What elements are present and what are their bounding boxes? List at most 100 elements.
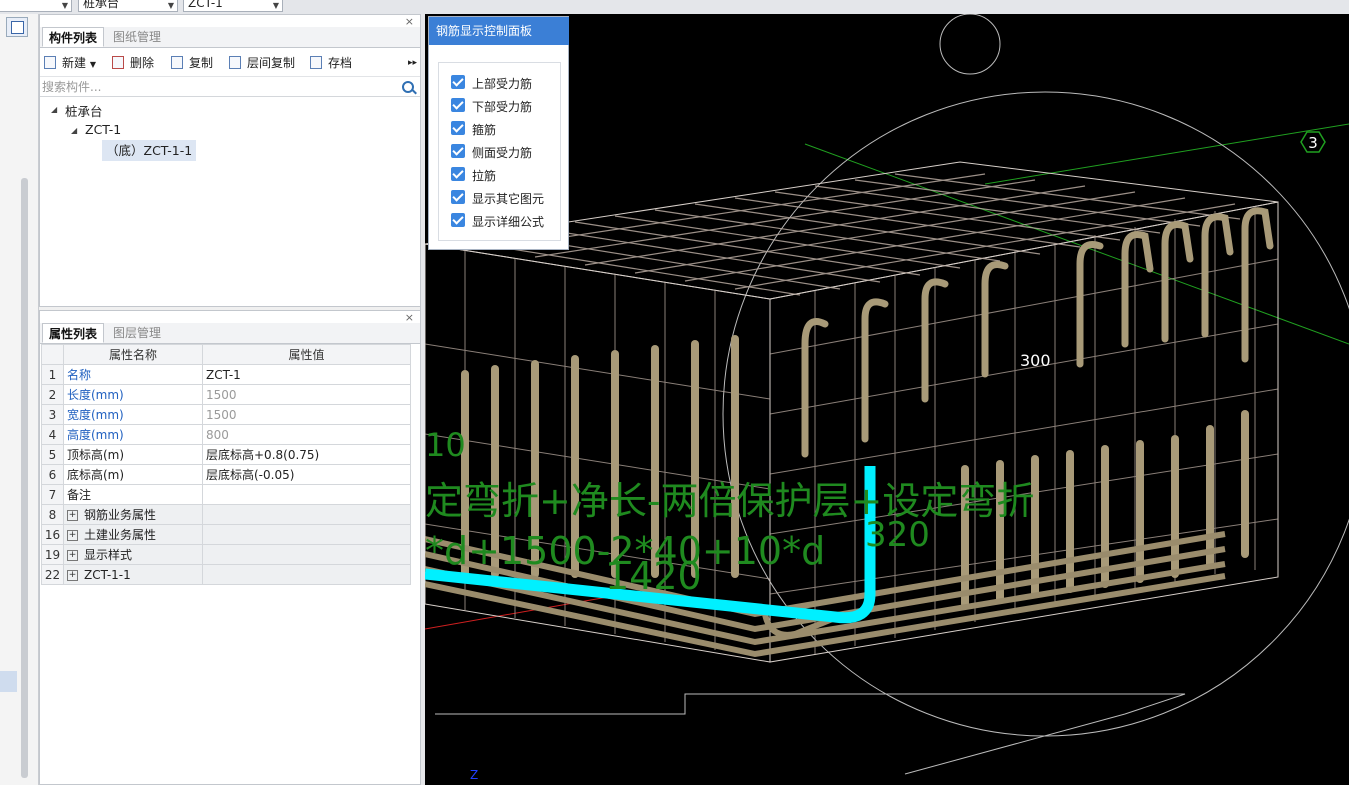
expand-plus-icon[interactable]: + bbox=[67, 510, 78, 521]
table-row-group[interactable]: 22 + ZCT-1-1 bbox=[41, 564, 411, 585]
property-value-field[interactable]: 800 bbox=[202, 424, 411, 445]
checkbox-label[interactable]: 显示详细公式 bbox=[472, 213, 544, 230]
checkbox-icon[interactable] bbox=[451, 121, 465, 135]
row-number: 16 bbox=[41, 524, 64, 545]
row-number: 22 bbox=[41, 564, 64, 585]
property-list-panel: × 属性列表 图层管理 属性名称 属性值 1 名称 ZCT-1 2 长度(mm)… bbox=[39, 310, 421, 785]
property-group-name: 显示样式 bbox=[84, 548, 133, 562]
new-button[interactable]: 新建 ▼ bbox=[44, 55, 96, 71]
table-row-group[interactable]: 16 + 土建业务属性 bbox=[41, 524, 411, 545]
expand-plus-icon[interactable]: + bbox=[67, 530, 78, 541]
property-value-field[interactable]: 层底标高+0.8(0.75) bbox=[202, 444, 411, 465]
category-select[interactable]: 桩承台 ▼ bbox=[78, 0, 178, 12]
table-row[interactable]: 4 高度(mm) 800 bbox=[41, 424, 411, 445]
property-value-empty bbox=[202, 564, 411, 585]
more-tools-button[interactable]: ▸▸ bbox=[408, 55, 417, 71]
property-name: 底标高(m) bbox=[63, 464, 203, 485]
property-value-empty bbox=[202, 524, 411, 545]
table-row-group[interactable]: 19 + 显示样式 bbox=[41, 544, 411, 565]
component-list-panel: × 构件列表 图纸管理 新建 ▼ 删除 复制 层间复制 存档 ▸▸ 搜索构件..… bbox=[39, 14, 421, 307]
panel-toggle-button[interactable] bbox=[6, 17, 28, 37]
tab-property-list[interactable]: 属性列表 bbox=[42, 323, 105, 343]
checkbox-label[interactable]: 显示其它图元 bbox=[472, 190, 544, 207]
archive-button[interactable]: 存档 bbox=[310, 55, 352, 71]
new-icon bbox=[44, 56, 56, 69]
delete-icon bbox=[112, 56, 124, 69]
property-value-field[interactable]: 层底标高(-0.05) bbox=[202, 464, 411, 485]
row-number: 1 bbox=[41, 364, 64, 385]
property-group-name: ZCT-1-1 bbox=[84, 567, 131, 582]
formula-value-1420: 1420 bbox=[605, 554, 702, 598]
search-input[interactable]: 搜索构件... bbox=[40, 78, 420, 97]
expand-plus-icon[interactable]: + bbox=[67, 550, 78, 561]
table-row[interactable]: 5 顶标高(m) 层底标高+0.8(0.75) bbox=[41, 444, 411, 465]
copy-label: 复制 bbox=[189, 56, 214, 70]
property-name: 顶标高(m) bbox=[63, 444, 203, 465]
checkbox-icon[interactable] bbox=[451, 144, 465, 158]
tree-expand-icon[interactable]: ◢ bbox=[71, 126, 77, 135]
row-number: 4 bbox=[41, 424, 64, 445]
row-number: 5 bbox=[41, 444, 64, 465]
checkbox-icon[interactable] bbox=[451, 98, 465, 112]
floor-select[interactable]: ▼ bbox=[0, 0, 72, 12]
table-row[interactable]: 2 长度(mm) 1500 bbox=[41, 384, 411, 405]
grid-corner bbox=[41, 344, 64, 365]
property-value-field[interactable]: 1500 bbox=[202, 404, 411, 425]
top-orbit-circle bbox=[939, 14, 1001, 75]
component-panel-tabs: 构件列表 图纸管理 bbox=[40, 27, 420, 48]
archive-label: 存档 bbox=[328, 56, 353, 70]
tree-item-zct1[interactable]: ZCT-1 bbox=[85, 122, 121, 137]
expand-plus-icon[interactable]: + bbox=[67, 569, 78, 581]
checkbox-label[interactable]: 侧面受力筋 bbox=[472, 144, 532, 161]
new-label: 新建 bbox=[62, 56, 87, 70]
component-toolbar: 新建 ▼ 删除 复制 层间复制 存档 ▸▸ bbox=[40, 50, 420, 77]
checkbox-label[interactable]: 下部受力筋 bbox=[472, 98, 532, 115]
tab-layer-management[interactable]: 图层管理 bbox=[107, 323, 167, 343]
checkbox-icon[interactable] bbox=[451, 167, 465, 181]
tree-item-selected[interactable]: （底）ZCT-1-1 bbox=[102, 140, 197, 161]
checkbox-icon[interactable] bbox=[451, 190, 465, 204]
row-number: 6 bbox=[41, 464, 64, 485]
nav-scrollbar[interactable] bbox=[21, 178, 28, 778]
floor-outline bbox=[435, 693, 1186, 775]
axis-number: 3 bbox=[1308, 134, 1318, 152]
component-select-value: ZCT-1 bbox=[188, 0, 223, 10]
property-panel-tabs: 属性列表 图层管理 bbox=[40, 323, 420, 344]
search-placeholder: 搜索构件... bbox=[42, 80, 102, 94]
checkbox-label[interactable]: 上部受力筋 bbox=[472, 75, 532, 92]
checkbox-icon[interactable] bbox=[451, 213, 465, 227]
table-row[interactable]: 3 宽度(mm) 1500 bbox=[41, 404, 411, 425]
property-group-name: 土建业务属性 bbox=[84, 528, 157, 542]
control-panel-title[interactable]: 钢筋显示控制面板 bbox=[429, 17, 569, 45]
row-number: 7 bbox=[41, 484, 64, 505]
search-icon[interactable] bbox=[402, 81, 414, 93]
delete-label: 删除 bbox=[130, 56, 155, 70]
left-nav-strip bbox=[0, 14, 39, 785]
table-row[interactable]: 7 备注 bbox=[41, 484, 411, 505]
copy-button[interactable]: 复制 bbox=[171, 55, 213, 71]
tab-component-list[interactable]: 构件列表 bbox=[42, 27, 105, 47]
header-property-value: 属性值 bbox=[202, 344, 411, 365]
tab-drawing-management[interactable]: 图纸管理 bbox=[107, 27, 167, 47]
table-row-group[interactable]: 8 + 钢筋业务属性 bbox=[41, 504, 411, 525]
row-number: 19 bbox=[41, 544, 64, 565]
property-name: 高度(mm) bbox=[63, 424, 203, 445]
nav-selected-item[interactable] bbox=[0, 671, 17, 692]
delete-button[interactable]: 删除 bbox=[112, 55, 154, 71]
component-select[interactable]: ZCT-1 ▼ bbox=[183, 0, 283, 12]
checkbox-label[interactable]: 箍筋 bbox=[472, 121, 496, 138]
checkbox-label[interactable]: 拉筋 bbox=[472, 167, 496, 184]
checkbox-icon[interactable] bbox=[451, 75, 465, 89]
table-row[interactable]: 1 名称 ZCT-1 bbox=[41, 364, 411, 385]
property-name: 长度(mm) bbox=[63, 384, 203, 405]
property-value-field[interactable]: ZCT-1 bbox=[202, 364, 411, 385]
floor-copy-button[interactable]: 层间复制 bbox=[229, 55, 295, 71]
property-value-field[interactable]: 1500 bbox=[202, 384, 411, 405]
chevron-down-icon: ▼ bbox=[272, 1, 279, 10]
formula-value-320: 320 bbox=[865, 515, 930, 555]
floor-copy-label: 层间复制 bbox=[247, 56, 296, 70]
table-row[interactable]: 6 底标高(m) 层底标高(-0.05) bbox=[41, 464, 411, 485]
tree-expand-icon[interactable]: ◢ bbox=[51, 105, 57, 114]
tree-item-root[interactable]: 桩承台 bbox=[65, 101, 103, 120]
property-value-field[interactable] bbox=[202, 484, 411, 505]
